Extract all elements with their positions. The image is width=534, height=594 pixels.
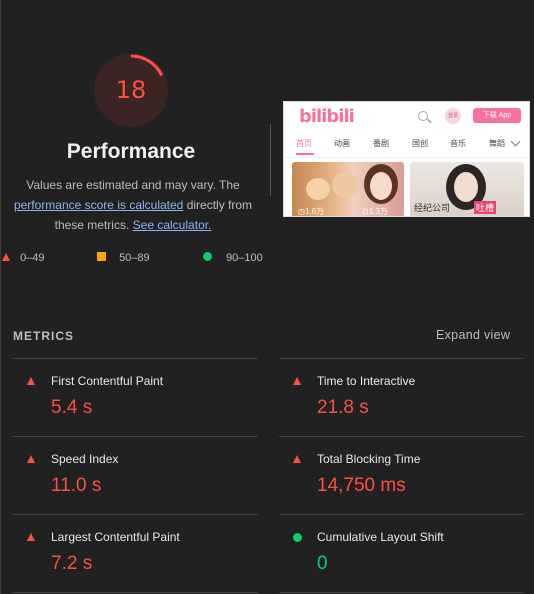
fail-triangle-icon xyxy=(27,533,35,541)
legend-label: 50–89 xyxy=(119,252,150,264)
vertical-divider xyxy=(270,124,271,196)
nav-item: 番剧 xyxy=(373,139,389,148)
face-shape xyxy=(332,172,358,198)
search-icon xyxy=(418,111,428,121)
desc-line3: these metrics. xyxy=(54,218,130,232)
pass-circle-icon xyxy=(203,252,212,261)
fail-triangle-icon xyxy=(27,377,35,385)
performance-description: Values are estimated and may vary. The p… xyxy=(2,175,264,235)
nav-active-underline xyxy=(296,153,314,155)
gauge-score: 18 xyxy=(115,76,147,104)
metric-value: 14,750 ms xyxy=(317,475,406,496)
nav-item: 动画 xyxy=(334,139,350,148)
download-app-button: 下载 App xyxy=(473,108,521,123)
card-caption: 经纪公司 xyxy=(414,203,451,213)
card-tag: 吐槽 xyxy=(474,201,497,214)
fail-triangle-icon xyxy=(27,455,35,463)
metric-title: Cumulative Layout Shift xyxy=(317,530,444,544)
fail-triangle-icon xyxy=(2,253,10,261)
metric-value: 7.2 s xyxy=(51,553,93,574)
nav-divider xyxy=(284,157,529,158)
divider xyxy=(279,514,523,515)
metrics-heading: METRICS xyxy=(13,329,74,343)
legend-label: 90–100 xyxy=(226,252,263,264)
fail-triangle-icon xyxy=(293,377,301,385)
left-border xyxy=(0,0,1,594)
nav-item: 音乐 xyxy=(450,139,466,148)
divider xyxy=(279,358,523,359)
face-shape xyxy=(454,172,478,202)
video-card-image: 经纪公司 吐槽 xyxy=(410,162,524,216)
thumbnail-nav: 首页 动画 番剧 国创 音乐 舞蹈 xyxy=(284,135,529,155)
divider xyxy=(13,436,258,437)
nav-item: 舞蹈 xyxy=(489,139,505,148)
metric-value: 11.0 s xyxy=(51,475,102,496)
nav-item: 国创 xyxy=(412,139,428,148)
see-calculator-link[interactable]: See calculator. xyxy=(133,218,212,232)
performance-gauge: 18 xyxy=(94,53,168,127)
metric-value: 5.4 s xyxy=(51,397,93,418)
pass-circle-icon xyxy=(293,533,302,542)
metric-title: Time to Interactive xyxy=(317,374,416,388)
legend-pass: 90–100 xyxy=(203,252,263,264)
performance-title: Performance xyxy=(66,140,196,163)
desc-prefix: Values are estimated and may vary. The xyxy=(26,178,240,192)
metric-value: 0 xyxy=(317,553,328,574)
metric-title: Total Blocking Time xyxy=(317,452,421,466)
bilibili-logo: bilibili xyxy=(299,106,355,127)
nav-item: 首页 xyxy=(296,139,312,148)
desc-middle: directly from xyxy=(183,198,253,212)
legend-fail: 0–49 xyxy=(2,252,45,264)
legend-label: 0–49 xyxy=(20,252,45,264)
divider xyxy=(279,436,523,437)
expand-view-button[interactable]: Expand view xyxy=(436,328,510,342)
comment-count: ⊡1.3万 xyxy=(362,207,388,216)
face-shape xyxy=(370,172,392,200)
video-card-image: ◷1.6万 ⊡1.3万 xyxy=(292,162,404,216)
metric-value: 21.8 s xyxy=(317,397,369,418)
face-shape xyxy=(306,178,330,200)
performance-score-link[interactable]: performance score is calculated xyxy=(14,198,183,212)
avatar: 登录 xyxy=(445,108,461,124)
divider xyxy=(13,514,258,515)
final-screenshot-thumbnail[interactable]: bilibili 登录 下载 App 首页 动画 番剧 国创 音乐 舞蹈 ◷1.… xyxy=(283,101,530,217)
divider xyxy=(13,592,258,593)
divider xyxy=(13,358,258,359)
metric-title: Largest Contentful Paint xyxy=(51,530,180,544)
legend-average: 50–89 xyxy=(97,252,150,264)
fail-triangle-icon xyxy=(293,455,301,463)
average-square-icon xyxy=(97,252,106,261)
view-count: ◷1.6万 xyxy=(298,207,325,216)
metric-title: First Contentful Paint xyxy=(51,374,164,388)
metric-title: Speed Index xyxy=(51,452,119,466)
divider xyxy=(279,592,523,593)
